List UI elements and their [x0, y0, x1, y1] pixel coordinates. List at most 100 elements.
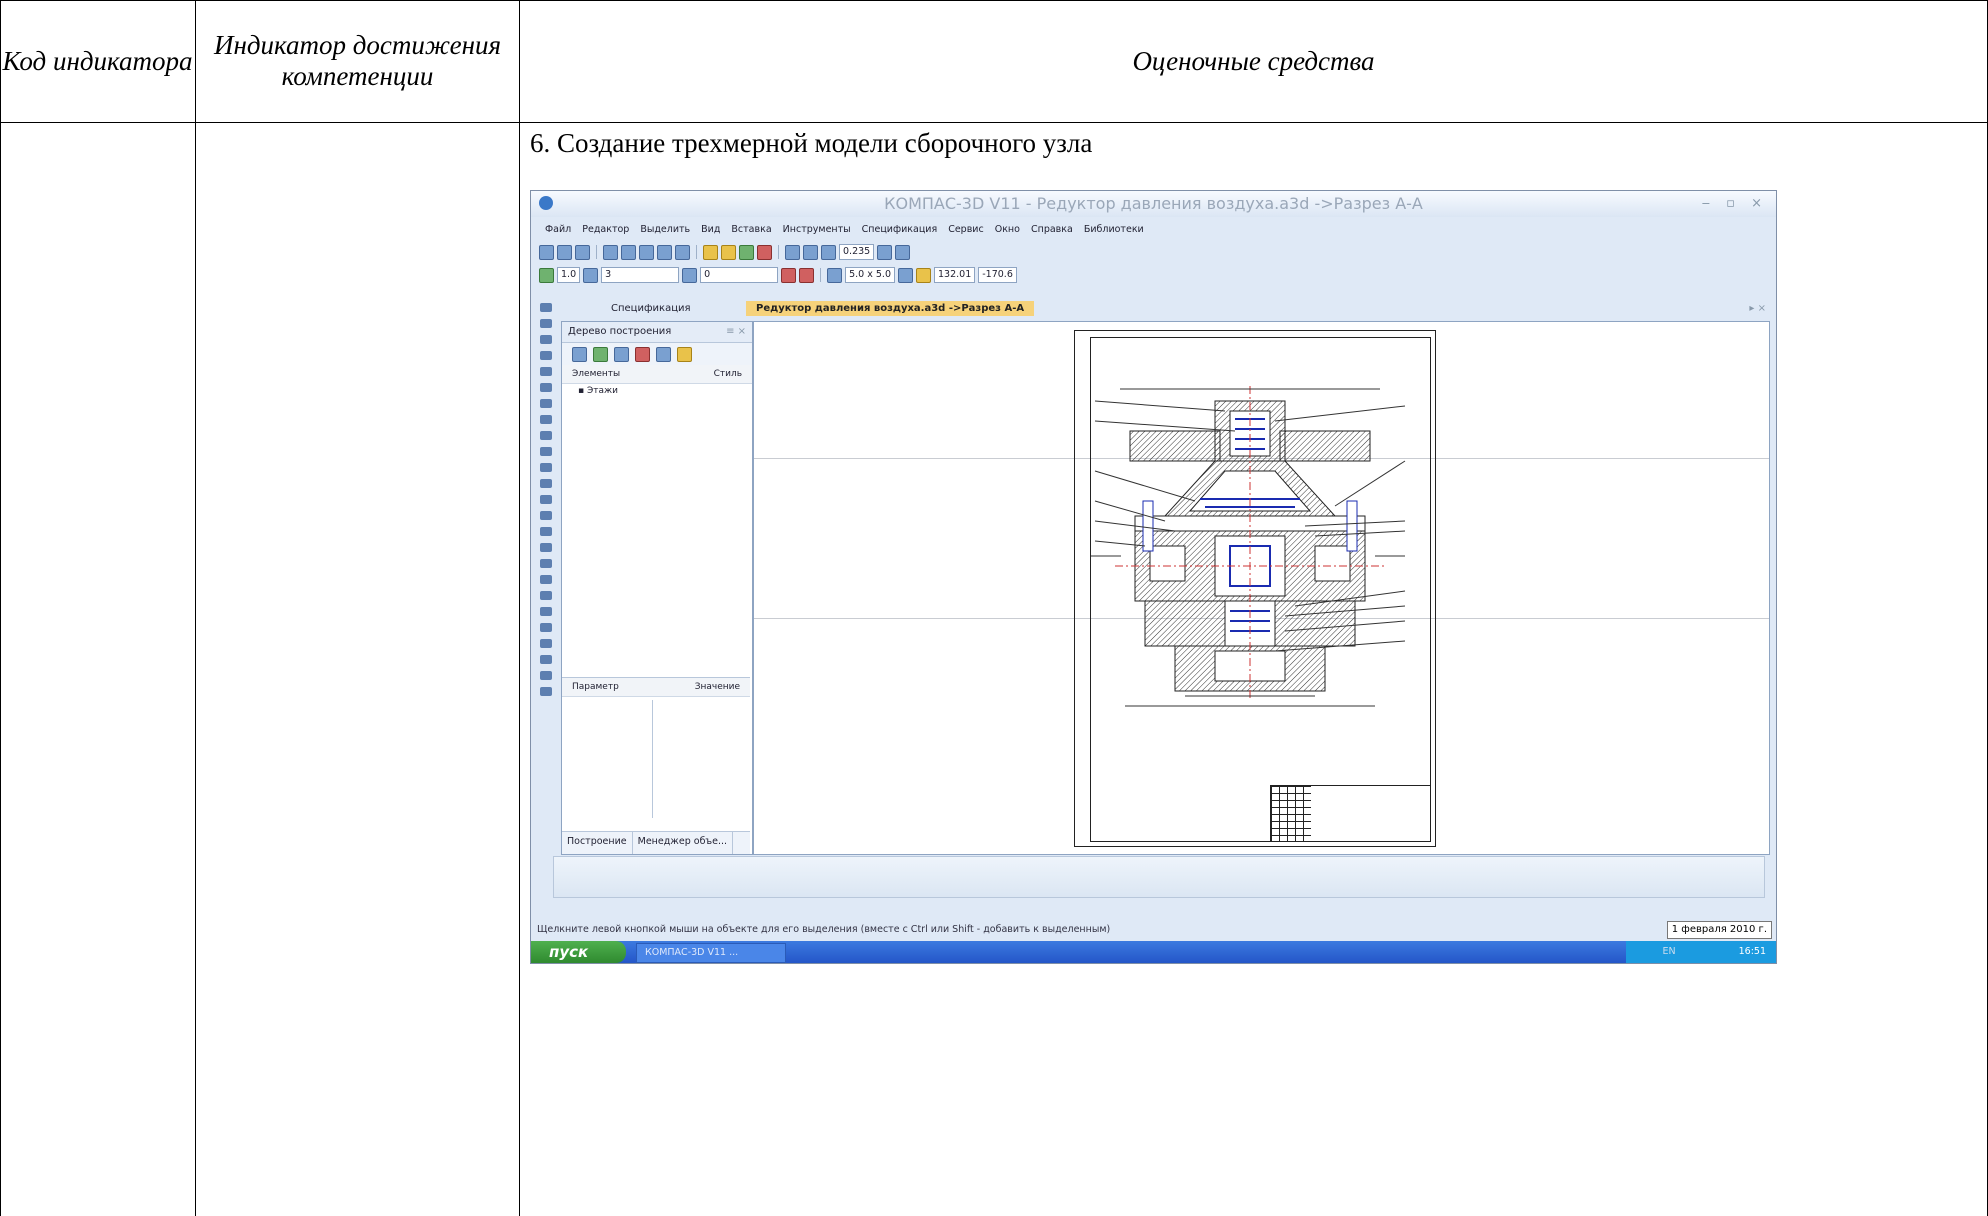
- save-icon[interactable]: [575, 244, 590, 260]
- symbols-tool-icon[interactable]: [540, 335, 552, 344]
- panel-close-icon[interactable]: ≡ ×: [726, 322, 746, 342]
- segment-tool-icon[interactable]: [540, 479, 552, 488]
- preview-icon[interactable]: [621, 244, 636, 260]
- undo-icon[interactable]: [703, 244, 718, 260]
- cursor-icon[interactable]: [539, 267, 554, 283]
- menu-edit[interactable]: Редактор: [582, 224, 629, 235]
- tree-filter-icon[interactable]: [572, 346, 587, 362]
- taskbar-item-kompas[interactable]: КОМПАС-3D V11 ...: [636, 943, 786, 963]
- col1-border: [195, 0, 196, 1216]
- menu-select[interactable]: Выделить: [640, 224, 690, 235]
- tab-object-manager[interactable]: Менеджер объе...: [633, 832, 734, 854]
- hatch-tool-icon[interactable]: [540, 559, 552, 568]
- zoom-in-icon[interactable]: [785, 244, 800, 260]
- parametrize-tool-icon[interactable]: [540, 367, 552, 376]
- tab-build[interactable]: Построение: [562, 832, 633, 854]
- menu-window[interactable]: Окно: [995, 224, 1020, 235]
- new-file-icon[interactable]: [539, 244, 554, 260]
- layer-icon[interactable]: [583, 267, 599, 283]
- copy-icon[interactable]: [657, 244, 672, 260]
- local-cs-icon[interactable]: [898, 267, 913, 283]
- menu-file[interactable]: Файл: [545, 224, 571, 235]
- refresh-icon[interactable]: [895, 244, 911, 260]
- line-tool-icon[interactable]: [540, 463, 552, 472]
- menu-tools[interactable]: Инструменты: [783, 224, 851, 235]
- col-style: Стиль: [713, 369, 742, 379]
- build-tree-title: Дерево построения: [568, 326, 672, 337]
- status-bar: Щелкните левой кнопкой мыши на объекте д…: [537, 924, 1111, 935]
- grid-field[interactable]: 5.0 x 5.0: [845, 267, 895, 283]
- tree-toolbar: [562, 343, 752, 365]
- menu-insert[interactable]: Вставка: [731, 224, 771, 235]
- dimensions-tool-icon[interactable]: [540, 319, 552, 328]
- style-field[interactable]: 0: [700, 267, 779, 283]
- print-icon[interactable]: [603, 244, 618, 260]
- fill-tool-icon[interactable]: [540, 687, 552, 696]
- coord-y-field[interactable]: -170.6: [978, 267, 1017, 283]
- tree-item-floors[interactable]: ▪ Этажи: [562, 384, 752, 398]
- pan-icon[interactable]: [877, 244, 893, 260]
- zoom-window-icon[interactable]: [803, 244, 818, 260]
- contour-tool-icon[interactable]: [540, 671, 552, 680]
- grid-icon[interactable]: [827, 267, 843, 283]
- fillet-tool-icon[interactable]: [540, 623, 552, 632]
- polygon-tool-icon[interactable]: [540, 655, 552, 664]
- drawing-sheet[interactable]: [1074, 330, 1436, 847]
- tree-delete-icon[interactable]: [635, 346, 650, 362]
- report-tool-icon[interactable]: [540, 431, 552, 440]
- window-controls[interactable]: ‒ ▫ ×: [1702, 191, 1768, 217]
- document-tabs: Спецификация Редуктор давления воздуха.a…: [561, 301, 1776, 319]
- zoom-field[interactable]: 0.235: [839, 244, 875, 260]
- properties-icon[interactable]: [739, 244, 754, 260]
- snap-icon[interactable]: [781, 267, 797, 283]
- params-panel: Параметр Значение: [562, 677, 750, 818]
- col2-border: [519, 0, 520, 1216]
- header-assessment: Оценочные средства: [1132, 45, 1375, 76]
- edit-tool-icon[interactable]: [540, 351, 552, 360]
- menu-spec[interactable]: Спецификация: [862, 224, 938, 235]
- help-icon[interactable]: [757, 244, 772, 260]
- coords-icon[interactable]: [916, 267, 931, 283]
- polyline-tool-icon[interactable]: [540, 575, 552, 584]
- coord-x-field[interactable]: 132.01: [934, 267, 976, 283]
- point-tool-icon[interactable]: [540, 447, 552, 456]
- start-button[interactable]: пуск: [531, 941, 626, 963]
- spline-tool-icon[interactable]: [540, 543, 552, 552]
- style-icon[interactable]: [682, 267, 698, 283]
- spec-tool-icon[interactable]: [540, 415, 552, 424]
- redo-icon[interactable]: [721, 244, 736, 260]
- ortho-icon[interactable]: [799, 267, 815, 283]
- arc-tool-icon[interactable]: [540, 511, 552, 520]
- cut-icon[interactable]: [639, 244, 654, 260]
- drawing-canvas[interactable]: [753, 321, 1770, 855]
- menu-service[interactable]: Сервис: [948, 224, 984, 235]
- chamfer-tool-icon[interactable]: [540, 607, 552, 616]
- tab-specification[interactable]: Спецификация: [601, 303, 701, 314]
- tree-item-label: Этажи: [586, 386, 618, 396]
- line-width-field[interactable]: 1.0: [557, 267, 581, 283]
- open-icon[interactable]: [557, 244, 572, 260]
- zoom-out-icon[interactable]: [821, 244, 836, 260]
- layer-field[interactable]: 3: [601, 267, 680, 283]
- menu-view[interactable]: Вид: [701, 224, 720, 235]
- bezier-tool-icon[interactable]: [540, 591, 552, 600]
- menu-libraries[interactable]: Библиотеки: [1084, 224, 1144, 235]
- paste-icon[interactable]: [675, 244, 690, 260]
- tab-drawing[interactable]: Редуктор давления воздуха.a3d ->Разрез А…: [746, 301, 1035, 316]
- header-indicator: Индикатор достижения компетенции: [213, 30, 502, 91]
- tree-copy-icon[interactable]: [614, 346, 629, 362]
- rectangle-tool-icon[interactable]: [540, 639, 552, 648]
- ellipse-tool-icon[interactable]: [540, 527, 552, 536]
- measure-tool-icon[interactable]: [540, 383, 552, 392]
- select-tool-icon[interactable]: [540, 399, 552, 408]
- language-indicator[interactable]: EN: [1662, 946, 1675, 957]
- competency-table: Код индикатора Индикатор достижения комп…: [0, 0, 1988, 1216]
- tree-doc-icon[interactable]: [677, 346, 692, 362]
- header-bottom-border: [0, 122, 1988, 123]
- geometry-tool-icon[interactable]: [540, 303, 552, 312]
- tree-props-icon[interactable]: [656, 346, 671, 362]
- tree-add-icon[interactable]: [593, 346, 608, 362]
- close-tab-icon[interactable]: ▸ ×: [1749, 303, 1766, 314]
- circle-tool-icon[interactable]: [540, 495, 552, 504]
- menu-help[interactable]: Справка: [1031, 224, 1073, 235]
